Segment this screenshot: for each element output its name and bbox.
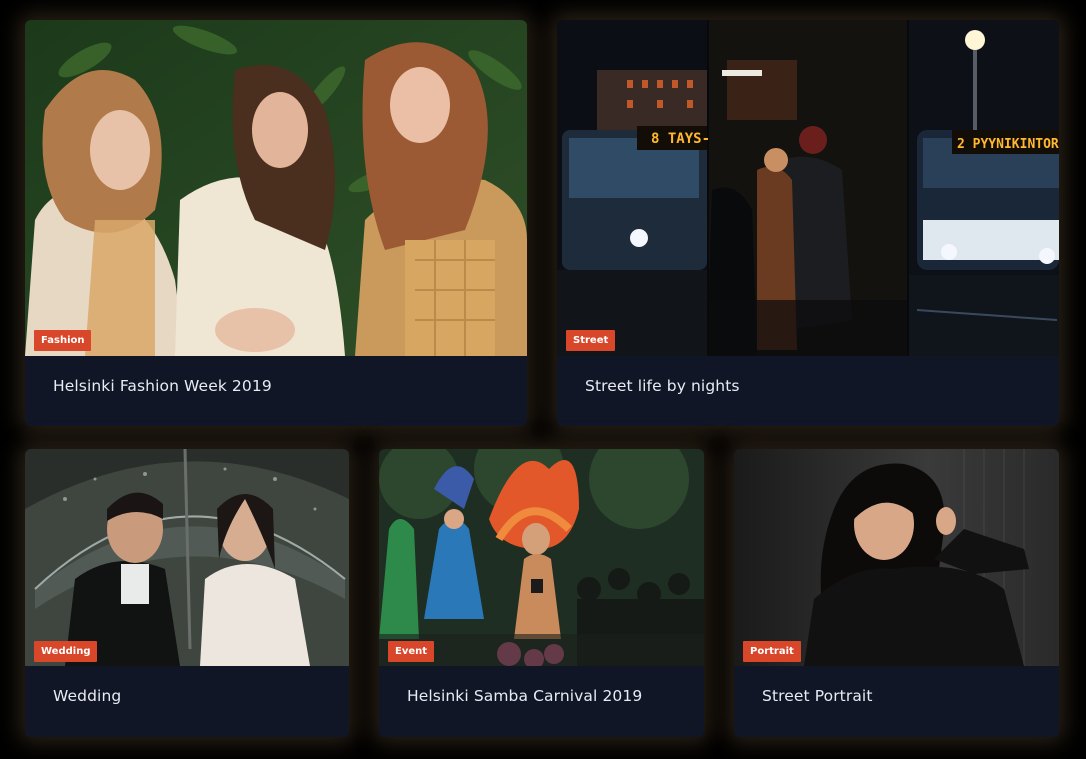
card-title[interactable]: Street life by nights xyxy=(585,377,740,395)
card-title[interactable]: Wedding xyxy=(53,687,121,705)
svg-text:2 PYYNIKINTORI: 2 PYYNIKINTORI xyxy=(957,137,1059,152)
gallery-card-fashion[interactable]: Fashion Helsinki Fashion Week 2019 xyxy=(25,20,527,426)
samba-carnival-photo xyxy=(379,449,704,666)
svg-text:8 TAYS-A: 8 TAYS-A xyxy=(651,131,719,147)
category-badge[interactable]: Fashion xyxy=(34,330,92,351)
wedding-couple-umbrella-photo xyxy=(25,449,349,666)
card-title[interactable]: Helsinki Samba Carnival 2019 xyxy=(407,687,642,705)
night-street-bus-photo: 8 TAYS-A 2 PYYNIKINTORI xyxy=(557,20,1059,356)
category-badge[interactable]: Portrait xyxy=(743,641,801,662)
gallery-card-street[interactable]: 8 TAYS-A 2 PYYNIKINTORI Street Street li… xyxy=(557,20,1059,426)
card-title[interactable]: Helsinki Fashion Week 2019 xyxy=(53,377,272,395)
category-badge[interactable]: Street xyxy=(566,330,616,351)
fashion-models-photo xyxy=(25,20,527,356)
gallery-card-portrait[interactable]: Portrait Street Portrait xyxy=(734,449,1059,737)
category-badge[interactable]: Wedding xyxy=(34,641,98,662)
category-badge[interactable]: Event xyxy=(388,641,435,662)
gallery-card-wedding[interactable]: Wedding Wedding xyxy=(25,449,349,737)
street-portrait-photo xyxy=(734,449,1059,666)
card-title[interactable]: Street Portrait xyxy=(762,687,873,705)
gallery-card-event[interactable]: Event Helsinki Samba Carnival 2019 xyxy=(379,449,704,737)
